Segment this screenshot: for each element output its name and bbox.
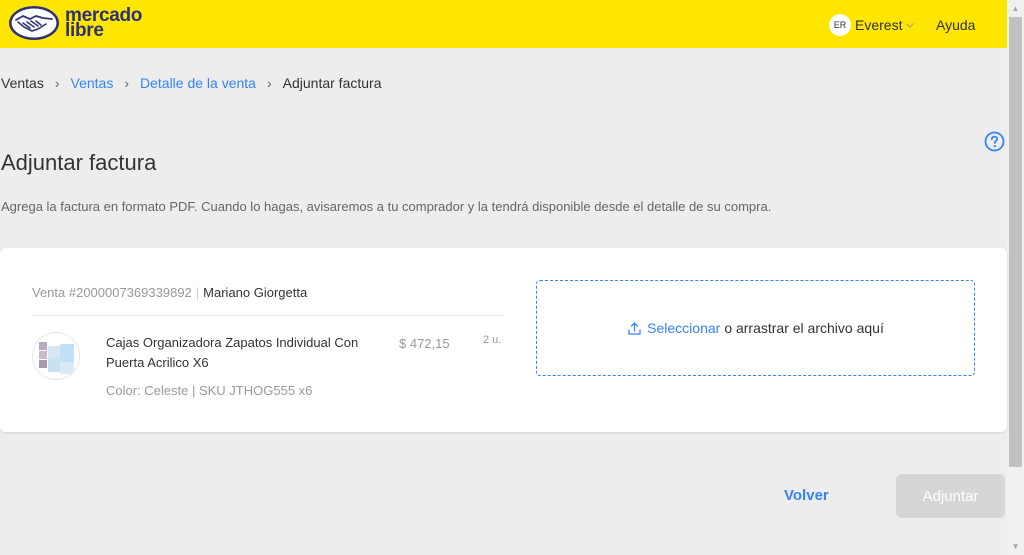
breadcrumb: Ventas › Ventas › Detalle de la venta › … (1, 75, 381, 91)
user-avatar: ER (829, 14, 851, 36)
scrollbar-thumb[interactable] (1009, 17, 1022, 467)
buyer-name: Mariano Giorgetta (203, 285, 308, 300)
product-image-icon (39, 342, 74, 374)
breadcrumb-ventas[interactable]: Ventas (71, 75, 114, 91)
breadcrumb-ventas-root[interactable]: Ventas (1, 75, 44, 91)
page-subtitle: Agrega la factura en formato PDF. Cuando… (1, 199, 772, 214)
upload-icon (628, 321, 641, 335)
file-dropzone[interactable]: Seleccionar o arrastrar el archivo aquí (536, 280, 975, 376)
divider (32, 315, 504, 316)
product-price: $ 472,15 (399, 336, 450, 351)
vertical-scrollbar[interactable]: ▲ ▼ (1007, 0, 1024, 555)
chevron-right-icon: › (124, 75, 129, 91)
product-quantity: 2 u. (483, 334, 502, 346)
top-header: mercado libre ER Everest Ayuda (0, 0, 1007, 48)
sale-card: Venta #2000007369339892 | Mariano Giorgett… (0, 248, 1007, 432)
page-title: Adjuntar factura (1, 150, 157, 175)
sale-header: Venta #2000007369339892 | Mariano Giorgett… (32, 285, 307, 300)
scroll-up-arrow-icon[interactable]: ▲ (1007, 0, 1024, 17)
attach-button[interactable]: Adjuntar (896, 474, 1005, 518)
sale-id: Venta #2000007369339892 (32, 285, 192, 300)
product-title[interactable]: Cajas Organizadora Zapatos Individual Co… (106, 333, 376, 373)
product-meta: Color: Celeste | SKU JTHOG555 x6 (106, 383, 313, 398)
product-thumbnail (32, 332, 80, 380)
chevron-down-icon (906, 23, 915, 28)
separator: | (195, 285, 200, 300)
select-file-link[interactable]: Seleccionar (647, 320, 720, 336)
back-button[interactable]: Volver (784, 487, 829, 504)
scroll-down-arrow-icon[interactable]: ▼ (1007, 538, 1024, 555)
logo-wordmark: mercado libre (65, 6, 142, 40)
help-link[interactable]: Ayuda (936, 17, 975, 33)
mercadolibre-logo[interactable]: mercado libre (8, 5, 142, 41)
breadcrumb-detalle[interactable]: Detalle de la venta (140, 75, 256, 91)
breadcrumb-current: Adjuntar factura (282, 75, 382, 91)
handshake-logo-icon (9, 6, 59, 40)
user-name: Everest (855, 17, 903, 33)
help-question-icon[interactable] (984, 131, 1005, 152)
chevron-right-icon: › (266, 75, 272, 91)
chevron-right-icon: › (54, 75, 60, 91)
dropzone-hint: o arrastrar el archivo aquí (724, 320, 884, 336)
user-menu[interactable]: ER Everest (829, 14, 915, 36)
